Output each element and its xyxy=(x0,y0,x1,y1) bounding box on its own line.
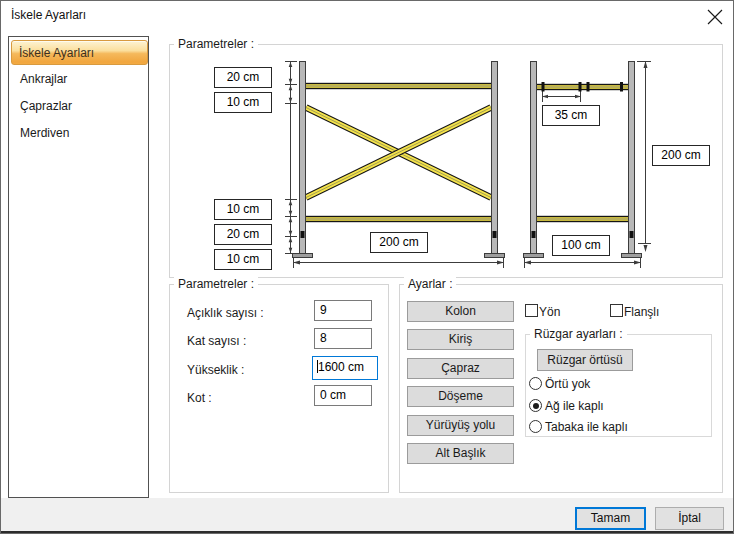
dim-top-20cm: 20 cm xyxy=(214,67,272,88)
ortu-yok-label: Örtü yok xyxy=(545,377,590,391)
tabaka-ile-kapli-label: Tabaka ile kaplı xyxy=(545,420,628,434)
iskele-ayarlari-dialog: İskele Ayarları İskele Ayarları Ankrajla… xyxy=(0,0,734,534)
kat-sayisi-input[interactable]: 8 xyxy=(314,328,372,349)
close-icon[interactable] xyxy=(703,6,725,26)
alt-baslik-button[interactable]: Alt Başlık xyxy=(407,443,514,464)
flansli-checkbox[interactable] xyxy=(610,304,623,317)
dim-side-width: 100 cm xyxy=(552,235,610,256)
cross-braces xyxy=(306,108,491,198)
sidebar-item-caprazlar[interactable]: Çaprazlar xyxy=(11,94,148,119)
ruzgar-ortusu-button[interactable]: Rüzgar örtüsü xyxy=(537,349,633,371)
dim-bottom-20cm: 20 cm xyxy=(214,224,272,245)
dimension-arrows xyxy=(289,61,648,265)
sidebar-item-iskele-ayarlari[interactable]: İskele Ayarları xyxy=(11,40,148,65)
settings-group: Ayarlar : Kolon Kiriş Çapraz Döşeme Yürü… xyxy=(399,284,723,493)
doseme-button[interactable]: Döşeme xyxy=(407,386,514,407)
dim-side-height: 200 cm xyxy=(652,145,710,166)
yuruyus-yolu-button[interactable]: Yürüyüş yolu xyxy=(407,415,514,436)
yon-checkbox-label: Yön xyxy=(539,305,560,319)
parameters-group-label: Parametreler : xyxy=(174,277,258,291)
dim-top-10cm: 10 cm xyxy=(214,92,272,113)
diagram-group: Parametreler : xyxy=(169,44,723,278)
iptal-button[interactable]: İptal xyxy=(655,507,724,530)
dim-front-width: 200 cm xyxy=(370,232,428,253)
wind-group-label: Rüzgar ayarları : xyxy=(530,327,627,341)
sidebar-item-ankrajlar[interactable]: Ankrajlar xyxy=(11,67,148,92)
ag-ile-kapli-label: Ağ ile kaplı xyxy=(545,399,604,413)
yon-checkbox[interactable] xyxy=(525,304,538,317)
wind-settings-group: Rüzgar ayarları : Rüzgar örtüsü Örtü yok… xyxy=(525,334,712,437)
tabaka-ile-kapli-radio[interactable] xyxy=(529,420,542,433)
capraz-button[interactable]: Çapraz xyxy=(407,358,514,379)
flansli-checkbox-label: Flanşlı xyxy=(624,305,659,319)
aciklik-sayisi-input[interactable]: 9 xyxy=(314,300,372,321)
aciklik-sayisi-label: Açıklık sayısı : xyxy=(187,306,264,320)
tamam-button[interactable]: Tamam xyxy=(575,507,646,530)
yukseklik-input[interactable]: 1600 cm xyxy=(312,356,378,380)
parameters-group: Parametreler : Açıklık sayısı : 9 Kat sa… xyxy=(169,284,389,493)
settings-group-label: Ayarlar : xyxy=(404,277,456,291)
settings-nav-list: İskele Ayarları Ankrajlar Çaprazlar Merd… xyxy=(8,36,149,498)
kiris-button[interactable]: Kiriş xyxy=(407,329,514,350)
kolon-button[interactable]: Kolon xyxy=(407,301,514,322)
sidebar-item-merdiven[interactable]: Merdiven xyxy=(11,121,148,146)
yukseklik-label: Yükseklik : xyxy=(187,363,244,377)
kot-input[interactable]: 0 cm xyxy=(314,385,372,406)
dim-bottom2-10cm: 10 cm xyxy=(214,249,272,270)
dialog-footer: Tamam İptal xyxy=(1,498,733,531)
kot-label: Kot : xyxy=(187,391,212,405)
ortu-yok-radio[interactable] xyxy=(529,377,542,390)
ag-ile-kapli-radio[interactable] xyxy=(529,399,542,412)
dim-side-offset: 35 cm xyxy=(542,105,600,126)
kat-sayisi-label: Kat sayısı : xyxy=(187,334,246,348)
dialog-title: İskele Ayarları xyxy=(11,8,86,22)
rails xyxy=(306,83,628,222)
dim-bottom-10cm: 10 cm xyxy=(214,199,272,220)
posts xyxy=(300,62,635,254)
